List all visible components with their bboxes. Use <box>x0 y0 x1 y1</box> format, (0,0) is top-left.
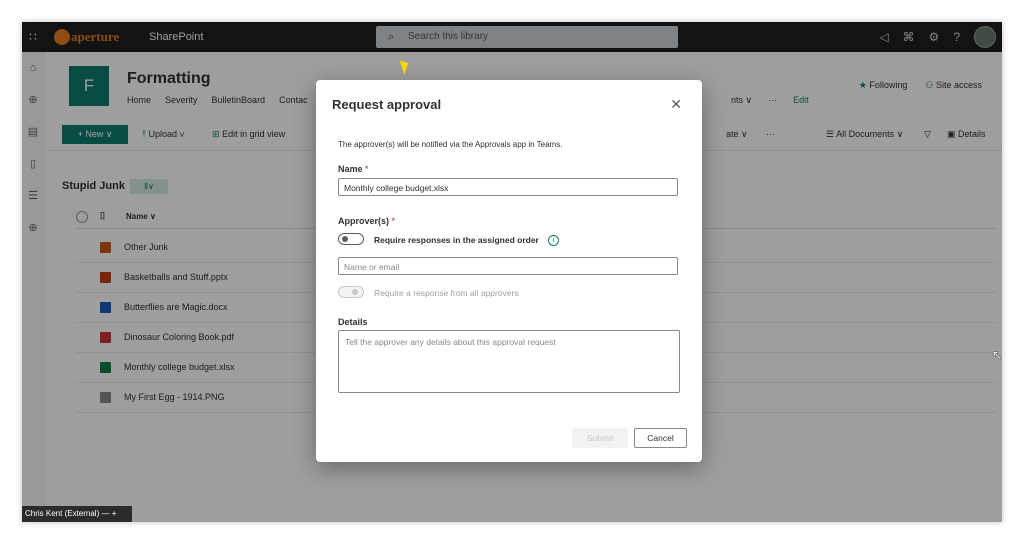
approver-input[interactable]: Name or email <box>338 257 678 275</box>
request-approval-dialog: Request approval ✕ The approver(s) will … <box>316 80 702 462</box>
dialog-title: Request approval <box>332 97 442 112</box>
all-approvers-toggle <box>338 286 364 298</box>
name-label: Name * <box>338 164 369 174</box>
assigned-order-toggle[interactable] <box>338 233 364 245</box>
close-icon[interactable]: ✕ <box>670 96 682 113</box>
required-marker: * <box>365 164 369 174</box>
mouse-cursor-icon: ↖ <box>992 348 1003 362</box>
dialog-info-text: The approver(s) will be notified via the… <box>338 140 563 149</box>
details-label: Details <box>338 317 368 327</box>
toggle-knob <box>342 236 348 242</box>
required-marker: * <box>391 216 396 226</box>
all-approvers-label: Require a response from all approvers <box>374 288 519 298</box>
status-controls[interactable]: — + <box>101 509 116 518</box>
browser-frame: ∷ aperture SharePoint ⌕ Search this libr… <box>22 22 1002 522</box>
status-bar: Chris Kent (External) — + <box>22 506 132 522</box>
status-user: Chris Kent (External) <box>25 509 100 518</box>
approvers-label-text: Approver(s) <box>338 216 390 226</box>
name-field[interactable]: Monthly college budget.xlsx <box>338 178 678 196</box>
assigned-order-label: Require responses in the assigned order <box>374 235 539 245</box>
details-textarea[interactable]: Tell the approver any details about this… <box>338 330 680 393</box>
cancel-button[interactable]: Cancel <box>634 428 687 448</box>
name-label-text: Name <box>338 164 363 174</box>
submit-button: Submit <box>572 428 628 448</box>
info-icon[interactable]: i <box>548 235 559 246</box>
toggle-knob <box>352 289 358 295</box>
approvers-label: Approver(s) * <box>338 216 395 226</box>
